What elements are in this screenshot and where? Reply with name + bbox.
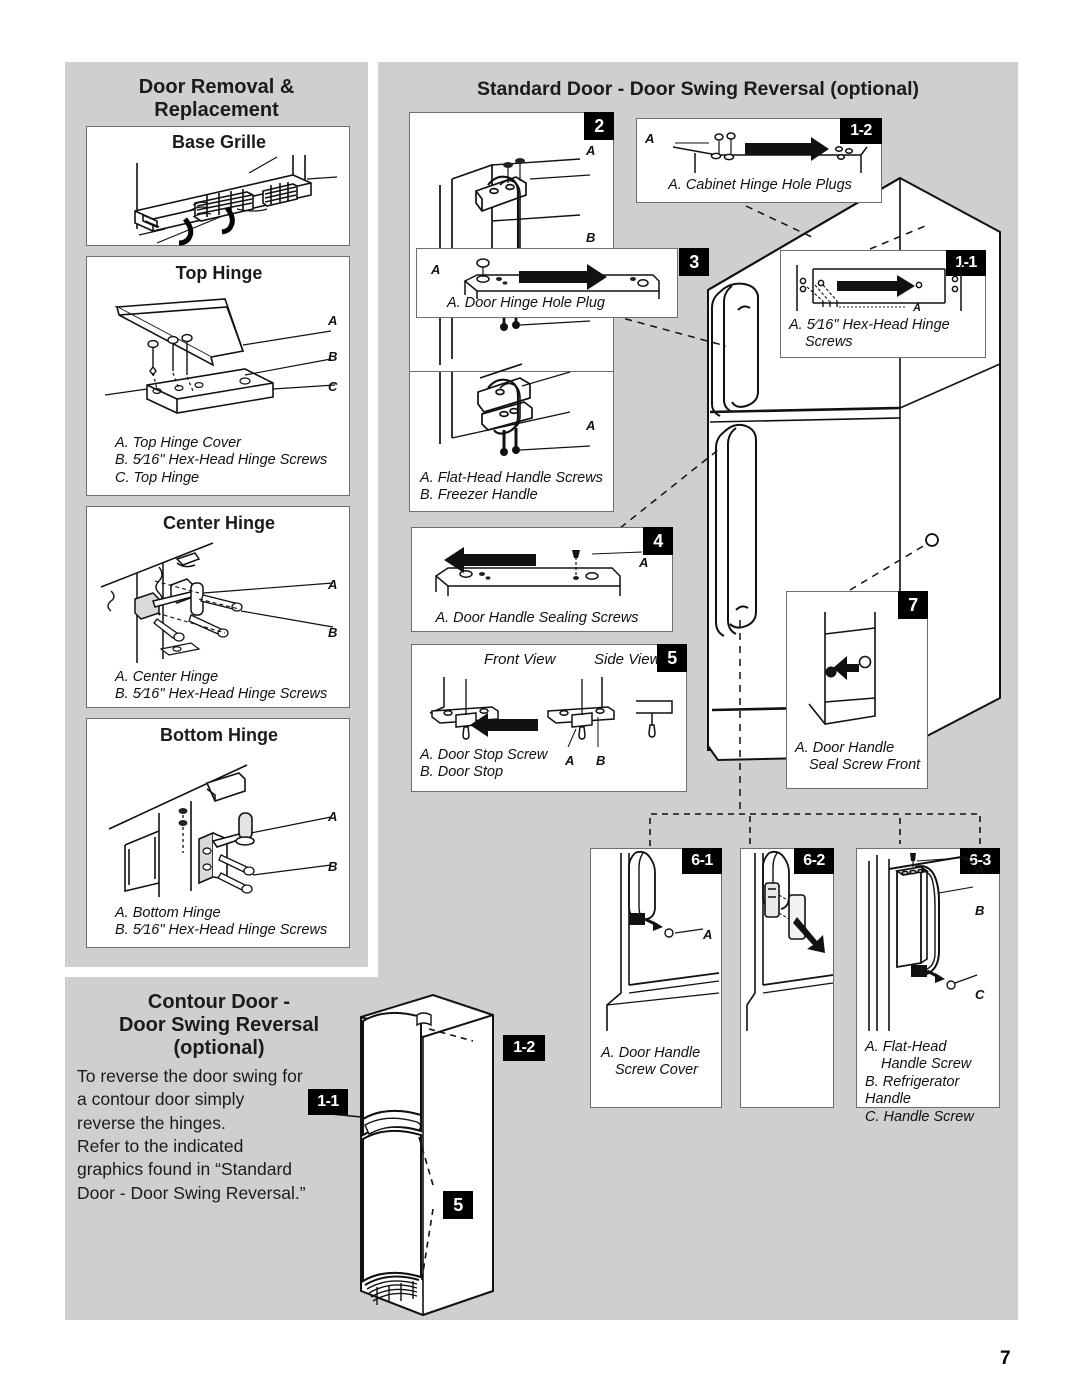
bottom-hinge-illustration [95, 749, 343, 899]
panel-6-2-illustration [745, 850, 834, 1033]
panel-6-1-door-handle-screw-cover: 6-1 A A. Door Handle Screw Cover [590, 848, 722, 1108]
panel-title-center-hinge: Center Hinge [162, 513, 276, 533]
panel-1-1-illustration: A [789, 263, 979, 315]
caption-handle-a: A. Flat-Head Handle Screws [420, 470, 603, 486]
center-hinge-illustration [95, 537, 343, 667]
section-title-line1: Door Removal & [138, 76, 295, 98]
panel-title-top-hinge: Top Hinge [175, 263, 263, 283]
label-p2-b: B [586, 230, 596, 245]
caption-bottom-hinge-b: B. 5⁄16" Hex-Head Hinge Screws [115, 922, 328, 939]
panel-center-hinge: Center Hinge A B A. Center Hinge B. 5⁄16… [86, 506, 350, 708]
badge-5: 5 [657, 644, 687, 672]
label-top-hinge-a: A [328, 313, 338, 328]
panel-2-freezer-handle: 2 A B [409, 112, 614, 372]
section-contour-door: Contour Door - Door Swing Reversal (opti… [65, 977, 568, 1320]
label-center-hinge-a: A [328, 577, 338, 592]
base-grille-illustration [97, 151, 341, 246]
panel-7-door-handle-seal-screw-front: 7 A. Door Handle Seal Screw Front [786, 591, 928, 789]
handle-screws-illustration [420, 363, 600, 464]
label-bottom-hinge-b: B [328, 859, 338, 874]
caption-p3: A. Door Hinge Hole Plug [447, 295, 605, 311]
panel-7-illustration [797, 606, 915, 730]
caption-p6-3-line1: A. Flat-Head [865, 1039, 947, 1055]
label-top-hinge-c: C [328, 379, 338, 394]
panel-title-base-grille: Base Grille [171, 132, 267, 152]
caption-handle-b: B. Freezer Handle [420, 487, 538, 504]
caption-top-hinge-c: C. Top Hinge [115, 469, 200, 486]
contour-paragraph-2: Refer to the indicated graphics found in… [77, 1136, 306, 1203]
caption-p6-3: A. Flat-Head Handle Screw B. Refrigerato… [865, 1039, 1005, 1126]
label-p6-3-b: B [975, 903, 985, 918]
badge-contour-1-1: 1-1 [308, 1089, 348, 1115]
caption-top-hinge: A. Top Hinge Cover B. 5⁄16" Hex-Head Hin… [115, 435, 345, 487]
caption-p5-line2: B. Door Stop [420, 764, 504, 781]
panel-bottom-hinge: Bottom Hinge A B A. Bottom Hinge B. 5⁄16… [86, 718, 350, 948]
caption-p6-1-line1: A. Door Handle [601, 1045, 701, 1061]
panel-5-illustration [422, 673, 678, 751]
label-bottom-hinge-a: A [328, 809, 338, 824]
caption-p4: A. Door Handle Sealing Screws [435, 610, 639, 626]
panel-4-door-handle-sealing-screws: 4 A A. Door Handle Sealing Screws [411, 527, 673, 632]
caption-p7-line2: Seal Screw Front [809, 757, 921, 774]
caption-p1-1-line1: A. 5⁄16" Hex-Head Hinge [789, 317, 950, 333]
caption-p6-3-line4: C. Handle Screw [865, 1108, 974, 1125]
caption-p1-1-line2: Screws [805, 334, 853, 351]
label-p3-a: A [431, 262, 441, 277]
label-p5-b: B [596, 753, 606, 768]
label-side-view: Side View [594, 651, 661, 668]
label-p6-3-a: A [975, 862, 985, 877]
caption-top-hinge-a: A. Top Hinge Cover [115, 435, 242, 451]
panel-title-bottom-hinge: Bottom Hinge [160, 725, 278, 745]
label-p2-a: A [586, 143, 596, 158]
panel-6-3-illustration [861, 853, 997, 1033]
contour-paragraph-1: To reverse the door swing for a contour … [77, 1066, 303, 1133]
panel-5-door-stop: 5 Front View Side View A B A. Door Stop … [411, 644, 687, 792]
panel-1-1-hex-head-hinge-screws: 1-1 A A. 5⁄16" Hex-Head Hinge Screws [780, 250, 986, 358]
caption-bottom-hinge: A. Bottom Hinge B. 5⁄16" Hex-Head Hinge … [115, 905, 347, 940]
badge-3: 3 [679, 248, 709, 276]
label-p6-1-a: A [703, 927, 713, 942]
section-title-standard-door: Standard Door - Door Swing Reversal (opt… [476, 78, 920, 100]
caption-p1-1: A. 5⁄16" Hex-Head Hinge Screws [789, 317, 981, 352]
caption-bottom-hinge-a: A. Bottom Hinge [115, 905, 221, 921]
caption-p6-3-line3: B. Refrigerator Handle [865, 1073, 960, 1108]
label-front-view: Front View [484, 651, 556, 668]
label-p6-3-c: C [975, 987, 985, 1002]
section-title-line2: Replacement [154, 98, 279, 121]
badge-contour-1-2: 1-2 [503, 1035, 545, 1061]
panel-3-door-hinge-hole-plug: 3 A A. Door Hinge Hole Plug [416, 248, 709, 318]
caption-handle: A. Flat-Head Handle Screws B. Freezer Ha… [420, 470, 612, 505]
label-top-hinge-b: B [328, 349, 338, 364]
panel-6-3-refrigerator-handle: 6-3 A B C A. Flat-Head Handle Screw B. R… [856, 848, 1000, 1125]
caption-top-hinge-b: B. 5⁄16" Hex-Head Hinge Screws [115, 452, 328, 469]
top-hinge-illustration [95, 285, 343, 425]
caption-p7-line1: A. Door Handle [795, 740, 895, 756]
caption-p5: A. Door Stop Screw B. Door Stop [420, 747, 570, 782]
panel-freezer-handle-screws: A A. Flat-Head Handle Screws B. Freezer … [409, 363, 614, 512]
manual-page: Door Removal & Replacement Base Grille T… [0, 0, 1080, 1397]
panel-base-grille: Base Grille [86, 126, 350, 246]
panel-4-illustration [426, 542, 652, 602]
label-p1-2-a: A [645, 131, 655, 146]
panel-6-1-illustration [595, 850, 720, 1033]
caption-center-hinge-a: A. Center Hinge [115, 669, 219, 685]
section-title-door-removal: Door Removal & Replacement [65, 76, 368, 122]
caption-p5-line1: A. Door Stop Screw [420, 747, 548, 763]
svg-text:A: A [912, 302, 921, 314]
caption-center-hinge-b: B. 5⁄16" Hex-Head Hinge Screws [115, 686, 328, 703]
badge-contour-5: 5 [443, 1191, 473, 1219]
panel-1-2-cabinet-hinge-hole-plugs: 1-2 A A. Cabinet Hinge Hole Plugs [636, 118, 882, 203]
caption-p6-1-line2: Screw Cover [615, 1062, 698, 1079]
label-center-hinge-b: B [328, 625, 338, 640]
panel-top-hinge: Top Hinge A B C A. Top Hinge Cover B. 5⁄… [86, 256, 350, 496]
caption-p7: A. Door Handle Seal Screw Front [795, 740, 929, 775]
panel-1-2-illustration [661, 129, 875, 179]
caption-p6-1: A. Door Handle Screw Cover [601, 1045, 721, 1080]
caption-p1-2: A. Cabinet Hinge Hole Plugs [668, 177, 852, 193]
caption-center-hinge: A. Center Hinge B. 5⁄16" Hex-Head Hinge … [115, 669, 347, 704]
caption-p6-3-line2: Handle Screw [881, 1056, 972, 1073]
panel-6-2-remove-screw-cover: 6-2 [740, 848, 834, 1108]
page-number: 7 [1000, 1348, 1011, 1369]
